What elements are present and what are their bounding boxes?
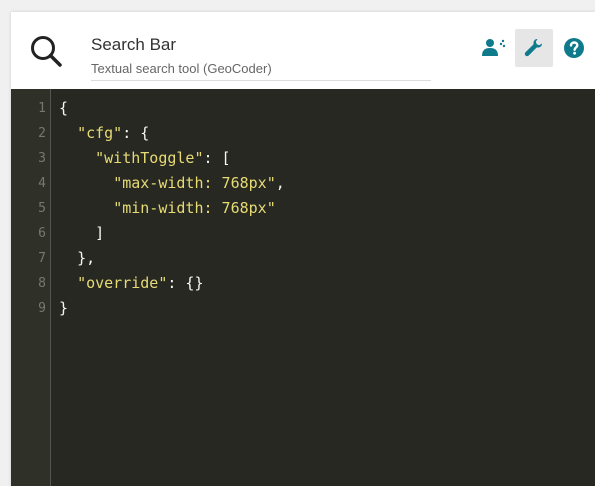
code-line: { (59, 99, 69, 117)
plugin-toolbar (475, 28, 595, 68)
help-icon (564, 38, 584, 58)
code-line: } (59, 299, 69, 317)
line-number: 9 (38, 301, 46, 316)
plugin-header: Search Bar Textual search tool (GeoCoder… (11, 12, 595, 89)
search-icon (31, 36, 62, 67)
code-line: ] (95, 224, 105, 242)
plugin-title: Search Bar (91, 35, 177, 54)
plugin-description: Textual search tool (GeoCoder) (91, 61, 272, 76)
line-number: 6 (38, 226, 46, 241)
code-line: "cfg": { (77, 124, 150, 142)
divider (91, 80, 431, 81)
configure-button[interactable] (515, 29, 553, 67)
top-strip (0, 0, 595, 12)
line-number: 1 (38, 101, 46, 116)
plugin-config-panel: Search Bar Textual search tool (GeoCoder… (11, 12, 595, 486)
code-line: "override": {} (77, 274, 204, 292)
wrench-icon (524, 39, 542, 57)
code-line: "max-width: 768px", (113, 174, 285, 192)
help-button[interactable] (555, 29, 593, 67)
line-number: 4 (38, 176, 46, 191)
line-number: 3 (38, 151, 46, 166)
code-line: "min-width: 768px" (113, 199, 276, 217)
line-number-gutter: 1 2 3 4 5 6 7 8 9 (11, 89, 51, 486)
line-number: 7 (38, 251, 46, 266)
code-content[interactable]: { "cfg": { "withToggle": [ "max-width: 7… (59, 96, 285, 321)
line-number: 2 (38, 126, 46, 141)
json-code-editor[interactable]: 1 2 3 4 5 6 7 8 9 { "cfg": { "withToggle… (11, 89, 595, 486)
user-settings-icon (482, 39, 506, 56)
line-number: 8 (38, 276, 46, 291)
user-settings-button[interactable] (475, 29, 513, 67)
code-line: "withToggle": [ (95, 149, 231, 167)
code-line: }, (77, 249, 96, 267)
line-number: 5 (38, 201, 46, 216)
